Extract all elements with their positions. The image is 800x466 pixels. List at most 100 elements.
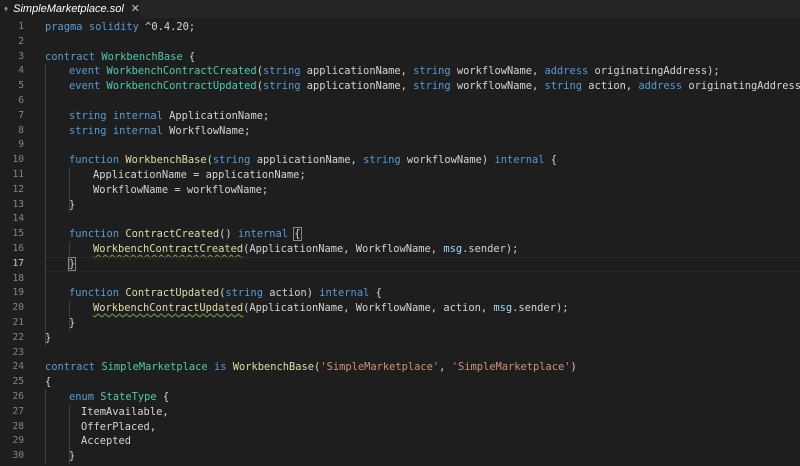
code-line[interactable]: 23 (0, 346, 800, 361)
code-text: ApplicationName = applicationName; (93, 168, 306, 183)
code-token: (ApplicationName, WorkflowName, action, (243, 302, 494, 315)
line-number: 15 (12, 228, 24, 240)
code-token: WorkflowName = workflowName; (93, 183, 269, 196)
code-line[interactable]: 18 (0, 272, 800, 287)
line-number: 12 (12, 183, 24, 195)
indent-guide (69, 301, 70, 331)
code-token: ItemAvailable, (81, 405, 169, 418)
code-text: { (45, 375, 51, 390)
code-line[interactable]: 29 Accepted (0, 434, 800, 449)
code-token: string (413, 65, 451, 78)
code-line[interactable]: 30} (0, 449, 800, 464)
code-token: WorkbenchBase (125, 154, 207, 167)
code-token: string (212, 154, 251, 167)
code-token: { (544, 154, 558, 167)
code-text: event WorkbenchContractCreated(string ap… (69, 64, 720, 79)
code-token: address (638, 80, 683, 93)
indent-guide (45, 64, 46, 346)
code-text: OfferPlaced, (81, 420, 156, 435)
code-line[interactable]: 15 function ContractCreated() internal { (0, 227, 800, 242)
code-token: string (363, 154, 401, 167)
code-line[interactable]: 14 (0, 212, 800, 227)
code-token: originatingAddress); (588, 65, 720, 78)
code-text: enum StateType { (69, 390, 169, 405)
code-line[interactable]: 6 (0, 94, 800, 109)
code-line[interactable]: 21} (0, 316, 800, 331)
code-line[interactable]: 22} (0, 331, 800, 346)
current-line-highlight (44, 256, 800, 272)
code-token: internal (112, 109, 163, 122)
code-line[interactable]: 9 (0, 138, 800, 153)
line-number: 17 (12, 257, 24, 269)
code-line[interactable]: 2 (0, 35, 800, 50)
code-line[interactable]: 11 ApplicationName = applicationName; (0, 168, 800, 183)
editor-tab[interactable]: SimpleMarketplace.sol ✕ (0, 0, 141, 18)
code-token: string (225, 287, 263, 300)
code-text: function ContractCreated() internal { (69, 227, 302, 242)
code-token: workflowName, (450, 80, 545, 93)
code-line[interactable]: 24 contract SimpleMarketplace is Workbenc… (0, 360, 800, 375)
line-number: 11 (12, 169, 24, 180)
code-text: ItemAvailable, (81, 405, 169, 420)
code-text: Accepted (81, 434, 131, 449)
line-number: 30 (12, 450, 24, 462)
code-token: applicationName, (250, 154, 364, 167)
code-token: WorkflowName; (162, 124, 251, 137)
code-token: function (69, 228, 120, 241)
code-token: action, (582, 80, 639, 93)
code-token: internal (112, 124, 163, 137)
line-number: 22 (12, 331, 24, 343)
line-number: 3 (18, 50, 24, 62)
code-token: { (182, 50, 196, 63)
code-token: .sender); (462, 243, 519, 255)
code-token: enum (69, 391, 95, 403)
code-line[interactable]: 7 string internal ApplicationName; (0, 109, 800, 124)
code-line[interactable]: 26 enum StateType { (0, 390, 800, 405)
code-line[interactable]: 13} (0, 198, 800, 213)
code-line[interactable]: 20 WorkbenchContractUpdated(ApplicationNa… (0, 301, 800, 316)
line-number: 27 (12, 405, 24, 417)
line-number: 2 (18, 35, 24, 47)
close-icon[interactable]: ✕ (131, 0, 140, 18)
bracket-match: { (293, 227, 302, 242)
code-token: (ApplicationName, WorkflowName, (243, 243, 444, 255)
code-line[interactable]: 3 contract WorkbenchBase { (0, 50, 800, 65)
code-token: contract (45, 50, 96, 63)
code-token: is (213, 361, 227, 374)
code-token: , (439, 361, 452, 374)
code-line[interactable]: 5 event WorkbenchContractUpdated(string a… (0, 79, 800, 94)
code-line[interactable]: 8 string internal WorkflowName; (0, 124, 800, 139)
code-line[interactable]: 17} (0, 256, 800, 272)
code-token: event (69, 65, 101, 78)
line-number: 18 (12, 272, 24, 284)
code-line[interactable]: 10 function WorkbenchBase(string applicat… (0, 153, 800, 168)
code-text: function WorkbenchBase(string applicatio… (69, 153, 557, 168)
line-number: 29 (12, 435, 24, 447)
code-line[interactable]: 1 pragma solidity ^0.4.20; (0, 20, 800, 35)
indent-guide (69, 404, 70, 464)
code-token: string (262, 80, 301, 93)
code-token: solidity (88, 21, 139, 33)
solidity-diamond-icon (4, 6, 8, 12)
code-line[interactable]: 27 ItemAvailable, (0, 405, 800, 420)
code-token: msg (443, 243, 463, 255)
code-token: string (69, 124, 107, 137)
line-number: 19 (12, 287, 24, 299)
line-number: 24 (12, 361, 24, 373)
code-line[interactable]: 16 WorkbenchContractCreated(ApplicationNa… (0, 242, 800, 257)
code-line[interactable]: 25 { (0, 375, 800, 390)
code-token: event (69, 80, 101, 93)
line-number: 1 (18, 21, 24, 32)
code-editor[interactable]: 1 pragma solidity ^0.4.20; 2 3 contract Work… (0, 18, 800, 466)
code-token: WorkbenchContractCreated (106, 65, 257, 78)
code-line[interactable]: 4 event WorkbenchContractCreated(string a… (0, 64, 800, 79)
line-number: 4 (18, 65, 24, 77)
code-line[interactable]: 12 WorkflowName = workflowName; (0, 183, 800, 198)
code-token: .sender); (512, 302, 569, 315)
code-line[interactable]: 28 OfferPlaced, (0, 420, 800, 435)
code-line[interactable]: 19 function ContractUpdated(string action… (0, 286, 800, 301)
line-number: 7 (18, 109, 24, 121)
code-token: workflowName, (450, 65, 545, 78)
code-token: internal (237, 228, 288, 241)
code-token: function (69, 287, 120, 300)
